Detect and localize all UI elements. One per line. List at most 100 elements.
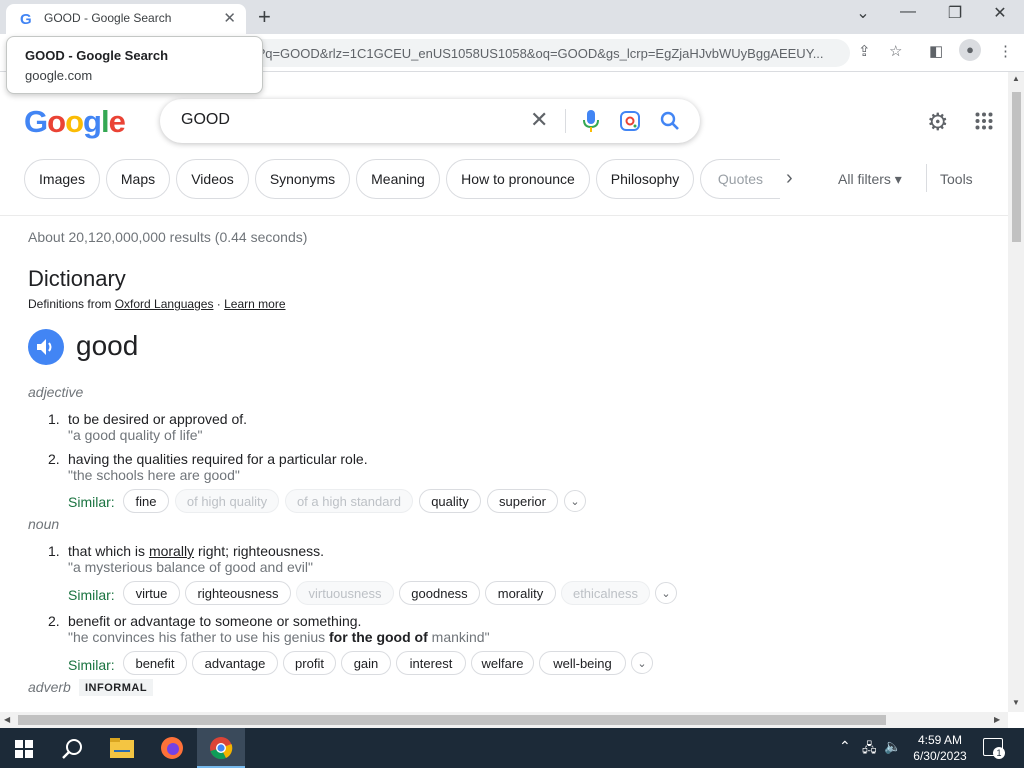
headword: good [76, 330, 139, 361]
tab-close-icon[interactable]: ✕ [223, 9, 236, 27]
scroll-right-arrow-icon[interactable]: ▶ [994, 715, 1000, 724]
chrome-taskbar-button[interactable] [197, 728, 245, 768]
google-logo[interactable]: Google [24, 104, 126, 140]
show-hidden-icons-chevron-icon[interactable]: ⌃ [839, 738, 851, 755]
pos-adverb: adverb [28, 679, 71, 695]
share-icon[interactable]: ⇪ [858, 42, 871, 60]
expand-synonyms-chevron-icon[interactable]: ⌄ [631, 652, 653, 674]
synonym-chip[interactable]: righteousness [185, 581, 291, 605]
windows-taskbar: ⌃ 🖧 🔈 4:59 AM 6/30/2023 1 [0, 728, 1024, 768]
synonym-chip[interactable]: benefit [123, 651, 187, 675]
new-tab-button[interactable]: + [258, 4, 271, 30]
tab-search-chevron-icon[interactable]: ⌄ [848, 3, 878, 23]
scroll-left-arrow-icon[interactable]: ◀ [4, 715, 10, 724]
search-box[interactable]: GOOD ✕ [160, 99, 700, 143]
chip-maps[interactable]: Maps [106, 159, 170, 199]
chip-synonyms[interactable]: Synonyms [255, 159, 350, 199]
chip-quotes[interactable]: Quotes [700, 159, 780, 199]
voice-search-icon[interactable] [582, 109, 600, 133]
synonym-chip[interactable]: superior [487, 489, 558, 513]
noun-def-2-number: 2. [48, 613, 60, 629]
browser-tab[interactable]: G GOOD - Google Search ✕ [6, 4, 246, 34]
volume-muted-icon[interactable]: 🔈 [884, 738, 901, 755]
windows-start-icon[interactable] [15, 740, 33, 758]
horizontal-scrollbar[interactable]: ◀ ▶ [0, 712, 1008, 728]
tab-hover-card: GOOD - Google Search google.com [6, 36, 263, 94]
similar-label: Similar: [68, 657, 115, 673]
chip-videos[interactable]: Videos [176, 159, 249, 199]
pos-noun: noun [28, 516, 60, 532]
horizontal-scroll-thumb[interactable] [18, 715, 886, 725]
google-apps-grid-icon[interactable] [975, 112, 993, 130]
chip-images[interactable]: Images [24, 159, 100, 199]
synonym-chip[interactable]: welfare [471, 651, 534, 675]
synonym-chip[interactable]: interest [396, 651, 466, 675]
adj-def-1-number: 1. [48, 411, 60, 427]
notification-center-icon[interactable]: 1 [983, 738, 1005, 759]
speaker-icon [37, 339, 52, 355]
restore-button[interactable]: ❐ [940, 3, 970, 23]
network-icon[interactable]: 🖧 [862, 739, 877, 761]
filters-divider [926, 164, 927, 192]
minimize-button[interactable]: — [893, 3, 923, 21]
synonym-chip[interactable]: virtuousness [296, 581, 394, 605]
synonym-chip[interactable]: of high quality [175, 489, 279, 513]
header-divider [0, 215, 1008, 216]
expand-synonyms-chevron-icon[interactable]: ⌄ [655, 582, 677, 604]
synonym-chip[interactable]: ethicalness [561, 581, 650, 605]
synonym-chip[interactable]: gain [341, 651, 391, 675]
expand-synonyms-chevron-icon[interactable]: ⌄ [564, 490, 586, 512]
file-explorer-icon[interactable] [110, 738, 134, 758]
chrome-icon [210, 737, 233, 760]
synonym-chip[interactable]: well-being [539, 651, 626, 675]
close-window-button[interactable]: ✕ [985, 3, 1015, 23]
system-clock[interactable]: 4:59 AM 6/30/2023 [905, 732, 975, 764]
synonym-chip[interactable]: fine [123, 489, 169, 513]
search-submit-icon[interactable] [660, 111, 680, 131]
pos-adjective: adjective [28, 384, 84, 400]
scroll-down-arrow-icon[interactable]: ▼ [1012, 698, 1020, 707]
side-panel-icon[interactable]: ◧ [929, 42, 943, 60]
synonym-chip[interactable]: virtue [123, 581, 180, 605]
tools-button[interactable]: Tools [940, 171, 973, 187]
synonym-chip[interactable]: morality [485, 581, 556, 605]
similar-label: Similar: [68, 494, 115, 510]
hover-card-title: GOOD - Google Search [25, 48, 169, 63]
dictionary-source: Definitions from Oxford Languages · Lear… [28, 297, 286, 311]
all-filters-button[interactable]: All filters ▾ [838, 171, 902, 188]
morally-link[interactable]: morally [149, 543, 194, 559]
browser-menu-icon[interactable]: ⋮ [998, 42, 1013, 60]
synonym-chip[interactable]: quality [419, 489, 481, 513]
chip-philosophy[interactable]: Philosophy [596, 159, 694, 199]
clock-date: 6/30/2023 [913, 749, 967, 763]
vertical-scrollbar[interactable]: ▲ ▼ [1008, 72, 1024, 712]
url-text[interactable]: ?q=GOOD&rlz=1C1GCEU_enUS1058US1058&oq=GO… [258, 46, 848, 61]
pronounce-speaker-button[interactable] [28, 329, 64, 365]
clear-search-icon[interactable]: ✕ [530, 107, 548, 133]
search-input[interactable]: GOOD [181, 111, 230, 129]
adj-def-2: having the qualities required for a part… [68, 451, 368, 467]
settings-gear-icon[interactable]: ⚙ [927, 108, 949, 137]
bookmark-star-icon[interactable]: ☆ [889, 42, 902, 60]
profile-avatar-icon[interactable]: ● [959, 39, 981, 61]
vertical-scroll-thumb[interactable] [1012, 92, 1021, 242]
scroll-up-arrow-icon[interactable]: ▲ [1012, 74, 1020, 83]
synonym-chip[interactable]: goodness [399, 581, 480, 605]
chips-next-chevron-icon[interactable]: › [786, 167, 793, 190]
chip-meaning[interactable]: Meaning [356, 159, 440, 199]
synonym-chip[interactable]: of a high standard [285, 489, 413, 513]
taskbar-search-icon[interactable] [62, 738, 84, 760]
oxford-languages-link[interactable]: Oxford Languages [115, 297, 214, 311]
noun-def-2-example: "he convinces his father to use his geni… [68, 629, 490, 645]
hover-card-domain: google.com [25, 68, 93, 83]
noun-def-2: benefit or advantage to someone or somet… [68, 613, 362, 629]
search-divider [565, 109, 566, 133]
noun-def-1-number: 1. [48, 543, 60, 559]
synonym-chip[interactable]: advantage [192, 651, 278, 675]
informal-tag: INFORMAL [79, 679, 154, 696]
firefox-icon[interactable] [160, 736, 184, 760]
synonym-chip[interactable]: profit [283, 651, 336, 675]
learn-more-link[interactable]: Learn more [224, 297, 285, 311]
chip-how-to-pronounce[interactable]: How to pronounce [446, 159, 590, 199]
lens-search-icon[interactable] [620, 111, 640, 131]
